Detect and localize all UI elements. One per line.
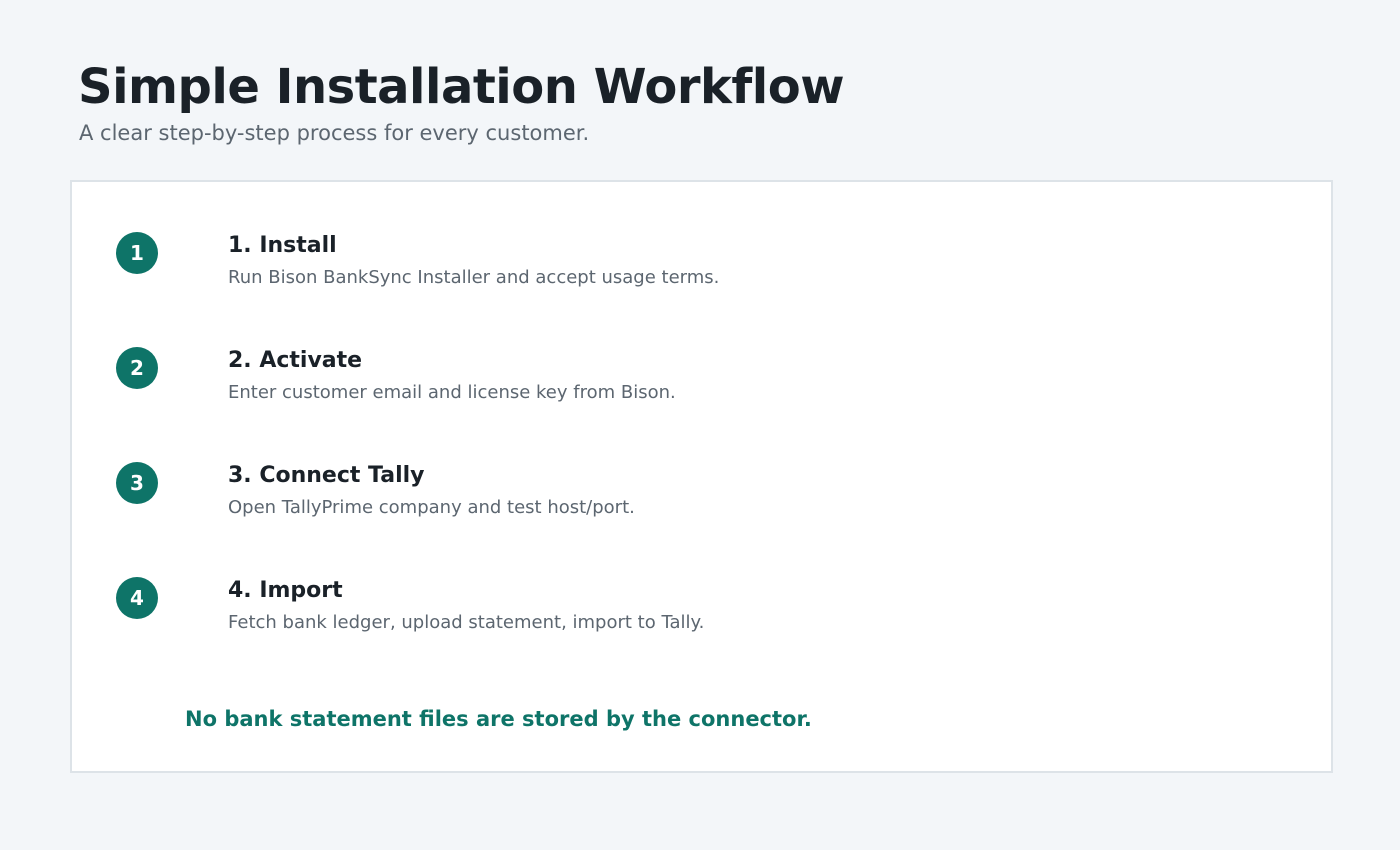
step-number-badge: 4 bbox=[116, 577, 158, 619]
page-title: Simple Installation Workflow bbox=[78, 59, 845, 115]
privacy-note: No bank statement files are stored by th… bbox=[185, 707, 812, 731]
page: { "header": { "title": "Simple Installat… bbox=[0, 0, 1400, 850]
step-import: 4 4. Import Fetch bank ledger, upload st… bbox=[116, 576, 1216, 646]
step-connect-tally: 3 3. Connect Tally Open TallyPrime compa… bbox=[116, 461, 1216, 531]
step-number-badge: 3 bbox=[116, 462, 158, 504]
step-title: 3. Connect Tally bbox=[228, 463, 425, 488]
page-subtitle: A clear step-by-step process for every c… bbox=[79, 121, 590, 145]
step-description: Open TallyPrime company and test host/po… bbox=[228, 497, 635, 518]
step-title: 1. Install bbox=[228, 233, 337, 258]
step-activate: 2 2. Activate Enter customer email and l… bbox=[116, 346, 1216, 416]
step-number-badge: 1 bbox=[116, 232, 158, 274]
step-install: 1 1. Install Run Bison BankSync Installe… bbox=[116, 231, 1216, 301]
workflow-card: 1 1. Install Run Bison BankSync Installe… bbox=[70, 180, 1333, 773]
step-title: 4. Import bbox=[228, 578, 343, 603]
step-number-badge: 2 bbox=[116, 347, 158, 389]
step-description: Enter customer email and license key fro… bbox=[228, 382, 676, 403]
step-title: 2. Activate bbox=[228, 348, 363, 373]
step-description: Fetch bank ledger, upload statement, imp… bbox=[228, 612, 705, 633]
step-description: Run Bison BankSync Installer and accept … bbox=[228, 267, 720, 288]
